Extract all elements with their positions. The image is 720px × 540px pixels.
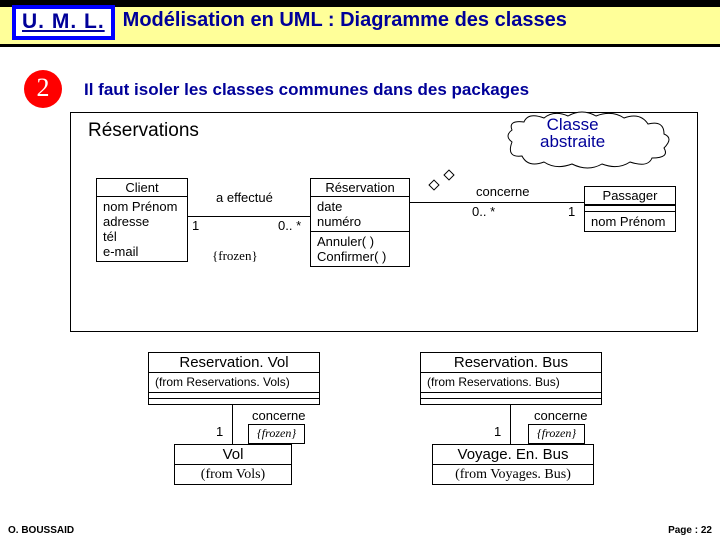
assoc-name: concerne — [534, 408, 587, 423]
passager-attr: nom Prénom — [591, 214, 669, 229]
class-bus: Voyage. En. Bus (from Voyages. Bus) — [432, 444, 594, 485]
client-attr: nom Prénom — [103, 199, 181, 214]
assoc-mult: 1 — [216, 424, 223, 439]
step-badge: 2 — [24, 70, 62, 108]
client-attr: adresse — [103, 214, 181, 229]
class-reservation-name: Réservation — [311, 179, 409, 197]
class-passager-name: Passager — [585, 187, 675, 205]
class-resbus-name: Reservation. Bus — [421, 353, 601, 373]
reservation-attr: numéro — [317, 214, 403, 229]
class-reservation: Réservation date numéro Annuler( ) Confi… — [310, 178, 410, 267]
footer-page: Page : 22 — [668, 525, 712, 536]
assoc-mult-right: 0.. * — [278, 218, 301, 233]
class-resvol-name: Reservation. Vol — [149, 353, 319, 373]
class-passager: Passager nom Prénom — [584, 186, 676, 232]
assoc-line — [188, 216, 310, 217]
class-vol: Vol (from Vols) — [174, 444, 292, 485]
reservation-method: Confirmer( ) — [317, 249, 403, 264]
header: U. M. L. Modélisation en UML : Diagramme… — [0, 0, 720, 44]
assoc-name: concerne — [476, 184, 529, 199]
assoc-constraint: {frozen} — [212, 248, 258, 264]
assoc-mult-left: 1 — [192, 218, 199, 233]
divider — [0, 44, 720, 47]
assoc-constraint-box: {frozen} — [528, 424, 585, 444]
subtitle: Il faut isoler les classes communes dans… — [84, 80, 529, 100]
reservation-method: Annuler( ) — [317, 234, 403, 249]
client-attr: e-mail — [103, 244, 181, 259]
reservation-attr: date — [317, 199, 403, 214]
assoc-line — [510, 404, 511, 444]
class-client-name: Client — [97, 179, 187, 197]
cloud-line1: Classe — [540, 116, 605, 133]
cloud-line2: abstraite — [540, 133, 605, 150]
class-vol-name: Vol — [175, 445, 291, 465]
cloud-callout: Classe abstraite — [500, 110, 676, 160]
assoc-line — [410, 202, 584, 203]
client-attr: tél — [103, 229, 181, 244]
assoc-mult-left: 0.. * — [472, 204, 495, 219]
class-resvol: Reservation. Vol (from Reservations. Vol… — [148, 352, 320, 405]
assoc-name: concerne — [252, 408, 305, 423]
class-resbus-from: (from Reservations. Bus) — [421, 373, 601, 392]
class-vol-from: (from Vols) — [175, 465, 291, 484]
class-resvol-from: (from Reservations. Vols) — [149, 373, 319, 392]
assoc-line — [232, 404, 233, 444]
logo-badge: U. M. L. — [12, 5, 115, 40]
class-bus-name: Voyage. En. Bus — [433, 445, 593, 465]
class-bus-from: (from Voyages. Bus) — [433, 465, 593, 484]
class-client: Client nom Prénom adresse tél e-mail — [96, 178, 188, 262]
package-label: Réservations — [78, 120, 209, 142]
class-resbus: Reservation. Bus (from Reservations. Bus… — [420, 352, 602, 405]
assoc-name: a effectué — [216, 190, 273, 205]
footer: O. BOUSSAID Page : 22 — [8, 525, 712, 536]
assoc-mult-right: 1 — [568, 204, 575, 219]
footer-author: O. BOUSSAID — [8, 525, 74, 536]
page-title: Modélisation en UML : Diagramme des clas… — [123, 9, 567, 32]
assoc-constraint-box: {frozen} — [248, 424, 305, 444]
assoc-mult: 1 — [494, 424, 501, 439]
